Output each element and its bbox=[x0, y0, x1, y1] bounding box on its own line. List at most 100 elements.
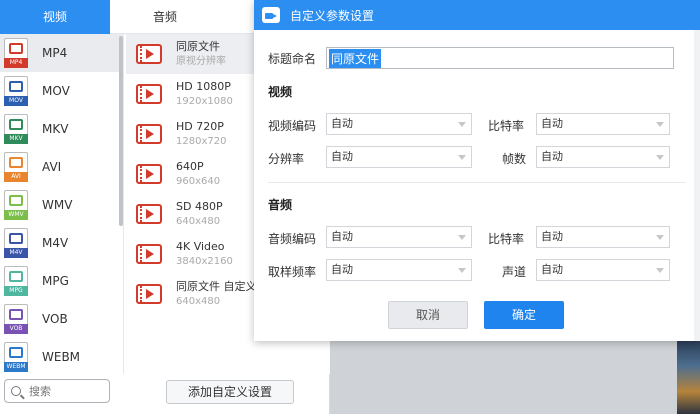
title-name-label: 标题命名 bbox=[268, 52, 317, 66]
format-item-mp4[interactable]: MP4 MP4 bbox=[0, 34, 123, 72]
audio-codec-dropdown[interactable]: 自动 bbox=[326, 226, 472, 248]
film-icon bbox=[136, 284, 162, 304]
format-item-vob[interactable]: VOB VOB bbox=[0, 300, 123, 338]
framerate-dropdown[interactable]: 自动 bbox=[536, 146, 670, 168]
resolution-label: 分辨率 bbox=[268, 152, 305, 166]
format-item-m4v[interactable]: M4V M4V bbox=[0, 224, 123, 262]
film-icon bbox=[136, 84, 162, 104]
format-tag: M4V bbox=[4, 248, 28, 258]
chevron-down-icon bbox=[656, 122, 664, 127]
video-bitrate-value: 自动 bbox=[541, 117, 563, 130]
preset-name: SD 480P bbox=[176, 200, 223, 213]
format-tag: AVI bbox=[4, 172, 28, 182]
framerate-value: 自动 bbox=[541, 150, 563, 163]
audio-codec-label: 音频编码 bbox=[268, 232, 317, 246]
preset-resolution: 3840x2160 bbox=[176, 256, 233, 267]
dialog-scrollbar[interactable] bbox=[694, 30, 700, 341]
preset-text: 4K Video 3840x2160 bbox=[176, 239, 233, 269]
film-icon bbox=[136, 244, 162, 264]
video-file-icon: AVI bbox=[4, 152, 28, 182]
audio-codec-value: 自动 bbox=[331, 230, 353, 243]
chevron-down-icon bbox=[458, 122, 466, 127]
preset-name: 640P bbox=[176, 160, 204, 173]
title-name-input[interactable]: 同原文件 bbox=[326, 47, 674, 69]
format-label: M4V bbox=[42, 236, 69, 250]
format-item-mkv[interactable]: MKV MKV bbox=[0, 110, 123, 148]
chevron-down-icon bbox=[458, 155, 466, 160]
channel-dropdown[interactable]: 自动 bbox=[536, 259, 670, 281]
samplerate-value: 自动 bbox=[331, 263, 353, 276]
video-codec-value: 自动 bbox=[331, 117, 353, 130]
chevron-down-icon bbox=[656, 268, 664, 273]
format-label: WEBM bbox=[42, 350, 81, 364]
samplerate-label: 取样频率 bbox=[268, 265, 317, 279]
film-icon bbox=[136, 124, 162, 144]
samplerate-dropdown[interactable]: 自动 bbox=[326, 259, 472, 281]
format-tag: MOV bbox=[4, 96, 28, 106]
format-item-avi[interactable]: AVI AVI bbox=[0, 148, 123, 186]
preset-text: HD 1080P 1920x1080 bbox=[176, 79, 233, 109]
dialog-header: 自定义参数设置 bbox=[254, 0, 700, 30]
video-codec-dropdown[interactable]: 自动 bbox=[326, 113, 472, 135]
format-label: MPG bbox=[42, 274, 69, 288]
add-custom-settings-button[interactable]: 添加自定义设置 bbox=[166, 380, 294, 404]
resolution-dropdown[interactable]: 自动 bbox=[326, 146, 472, 168]
tab-video[interactable]: 视频 bbox=[0, 0, 110, 34]
section-divider bbox=[268, 182, 686, 183]
format-tag: VOB bbox=[4, 324, 28, 334]
format-label: MKV bbox=[42, 122, 69, 136]
format-tag: WEBM bbox=[4, 362, 28, 372]
search-input[interactable] bbox=[29, 384, 99, 398]
preset-resolution: 960x640 bbox=[176, 176, 221, 187]
video-bitrate-dropdown[interactable]: 自动 bbox=[536, 113, 670, 135]
preset-text: SD 480P 640x480 bbox=[176, 199, 223, 229]
format-list: MP4 MP4 MOV MOV MKV MKV AVI AVI WMV WMV M4V M4V MPG M… bbox=[0, 34, 124, 374]
format-label: MP4 bbox=[42, 46, 68, 60]
format-tag: MPG bbox=[4, 286, 28, 296]
video-file-icon: WMV bbox=[4, 190, 28, 220]
format-list-scrollbar[interactable] bbox=[119, 36, 123, 226]
video-file-icon: MKV bbox=[4, 114, 28, 144]
dialog-title: 自定义参数设置 bbox=[290, 8, 375, 23]
preset-name: HD 1080P bbox=[176, 80, 231, 93]
video-codec-label: 视频编码 bbox=[268, 119, 317, 133]
format-tag: MKV bbox=[4, 134, 28, 144]
audio-section-title: 音频 bbox=[268, 198, 293, 212]
search-box[interactable] bbox=[4, 379, 110, 403]
background-preview-strip bbox=[677, 340, 700, 414]
framerate-label: 帧数 bbox=[502, 152, 527, 166]
title-name-value: 同原文件 bbox=[329, 48, 382, 68]
chevron-down-icon bbox=[656, 155, 664, 160]
preset-resolution: 1920x1080 bbox=[176, 96, 233, 107]
preset-resolution: 原视分辨率 bbox=[176, 56, 226, 67]
tab-audio[interactable]: 音频 bbox=[110, 0, 220, 34]
ok-button[interactable]: 确定 bbox=[484, 301, 564, 329]
format-label: VOB bbox=[42, 312, 68, 326]
preset-text: 同原文件 自定义 640x480 bbox=[176, 279, 257, 309]
video-file-icon: MOV bbox=[4, 76, 28, 106]
search-icon bbox=[11, 386, 21, 396]
format-label: MOV bbox=[42, 84, 70, 98]
video-file-icon: MPG bbox=[4, 266, 28, 296]
chevron-down-icon bbox=[458, 235, 466, 240]
audio-bitrate-dropdown[interactable]: 自动 bbox=[536, 226, 670, 248]
preset-text: HD 720P 1280x720 bbox=[176, 119, 226, 149]
format-item-mpg[interactable]: MPG MPG bbox=[0, 262, 123, 300]
video-section-title: 视频 bbox=[268, 85, 293, 99]
video-bitrate-label: 比特率 bbox=[488, 119, 525, 133]
video-file-icon: M4V bbox=[4, 228, 28, 258]
video-file-icon: MP4 bbox=[4, 38, 28, 68]
cancel-button[interactable]: 取消 bbox=[388, 301, 468, 329]
preset-name: 同原文件 bbox=[176, 40, 220, 53]
format-item-webm[interactable]: WEBM WEBM bbox=[0, 338, 123, 374]
format-item-mov[interactable]: MOV MOV bbox=[0, 72, 123, 110]
video-file-icon: VOB bbox=[4, 304, 28, 334]
format-item-wmv[interactable]: WMV WMV bbox=[0, 186, 123, 224]
chevron-down-icon bbox=[458, 268, 466, 273]
preset-text: 640P 960x640 bbox=[176, 159, 220, 189]
format-label: AVI bbox=[42, 160, 62, 174]
preset-resolution: 640x480 bbox=[176, 296, 221, 307]
film-icon bbox=[136, 44, 162, 64]
film-icon bbox=[136, 204, 162, 224]
format-tag: MP4 bbox=[4, 58, 28, 68]
